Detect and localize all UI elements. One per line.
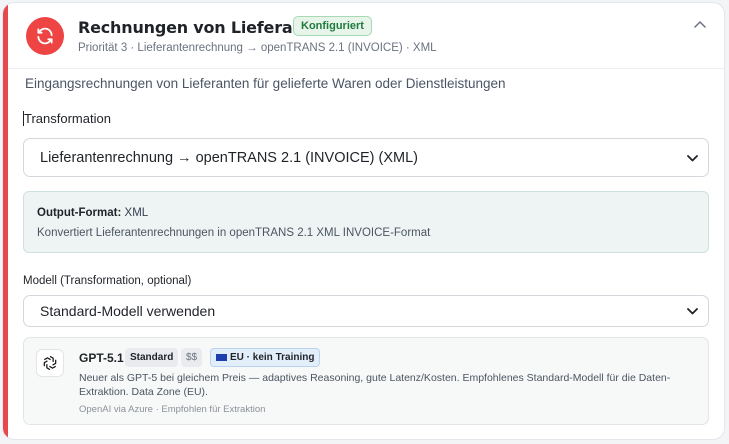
output-format-line: Output-Format: XML [37,207,148,219]
status-badge: Konfiguriert [293,16,372,36]
model-source: OpenAI via Azure · Empfohlen für Extrakt… [79,404,266,415]
output-format-value: XML [124,207,149,219]
refresh-icon [26,17,64,55]
model-tier-badge: Standard [125,348,179,367]
transformation-select[interactable]: Lieferantenrechnung → openTRANS 2.1 (INV… [23,138,709,177]
model-price-badge: $$ [181,348,203,367]
model-label: Modell (Transformation, optional) [23,275,192,287]
document-type-card: Rechnungen von Lieferanten Konfiguriert … [2,2,725,440]
output-format-label: Output-Format: [37,207,122,219]
card-header[interactable]: Rechnungen von Lieferanten Konfiguriert … [8,3,724,69]
model-region-badge: EU · kein Training [210,348,321,367]
transformation-label: Transformation [23,111,111,126]
eu-flag-icon [216,354,227,361]
model-info-card: GPT-5.1 Standard $$ EU · kein Training N… [23,337,709,425]
card-subtitle: Priorität 3 · Lieferantenrechnung → open… [78,42,437,54]
output-format-info: Output-Format: XML Konvertiert Lieferant… [23,191,709,253]
model-select[interactable]: Standard-Modell verwenden [23,295,709,327]
transformation-select-value: Lieferantenrechnung → openTRANS 2.1 (INV… [40,149,418,166]
chevron-down-icon [687,302,698,320]
model-region-text: EU · kein Training [230,352,315,363]
openai-icon [36,349,64,377]
output-format-details: Konvertiert Lieferantenrechnungen in ope… [37,227,431,239]
model-name: GPT-5.1 [79,351,124,365]
model-select-value: Standard-Modell verwenden [40,303,216,319]
model-description: Neuer als GPT-5 bei gleichem Preis — ada… [79,372,671,398]
chevron-up-icon[interactable] [690,14,710,34]
chevron-down-icon [687,149,698,167]
transformation-label-text: Transformation [24,111,111,126]
card-description: Eingangsrechnungen von Lieferanten für g… [25,76,506,91]
